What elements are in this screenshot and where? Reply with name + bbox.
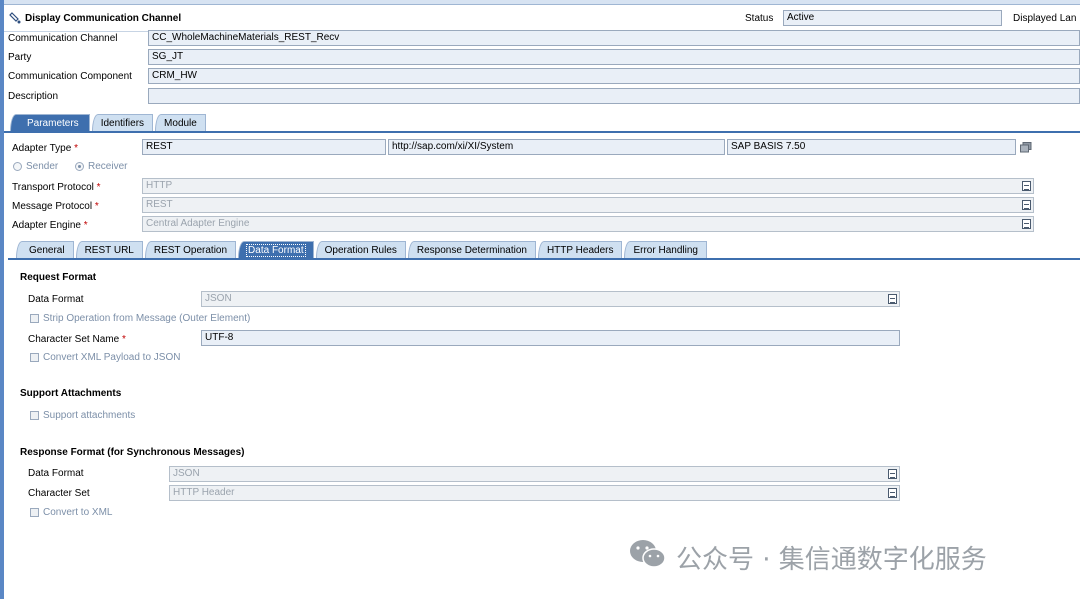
description-label: Description <box>8 91 59 102</box>
charset-name-field[interactable]: UTF-8 <box>201 330 900 346</box>
message-protocol-label: Message Protocol * <box>12 201 99 212</box>
description-field[interactable] <box>148 88 1080 104</box>
left-frame-bar <box>0 0 4 599</box>
tab-response-determination[interactable]: Response Determination <box>407 241 536 258</box>
chevron-down-icon[interactable] <box>888 488 897 498</box>
request-data-format-select[interactable]: JSON <box>201 291 900 307</box>
tab-rest-url[interactable]: REST URL <box>75 241 143 258</box>
party-field[interactable]: SG_JT <box>148 49 1080 65</box>
top-border <box>0 0 1080 5</box>
message-protocol-select[interactable]: REST <box>142 197 1034 213</box>
tab-general[interactable]: General <box>16 241 74 258</box>
chevron-down-icon[interactable] <box>888 469 897 479</box>
adapter-swc-field[interactable]: SAP BASIS 7.50 <box>727 139 1016 155</box>
adapter-namespace-field[interactable]: http://sap.com/xi/XI/System <box>388 139 725 155</box>
channel-icon <box>9 12 21 24</box>
wechat-icon <box>628 538 668 577</box>
response-charset-label: Character Set <box>28 488 90 499</box>
communication-component-field[interactable]: CRM_HW <box>148 68 1080 84</box>
page-title: Display Communication Channel <box>9 12 181 24</box>
tab-http-headers[interactable]: HTTP Headers <box>537 241 623 258</box>
support-attachments-checkbox[interactable]: Support attachments <box>30 410 135 421</box>
sub-tabstrip: General REST URL REST Operation Data For… <box>16 241 709 258</box>
chevron-down-icon[interactable] <box>888 294 897 304</box>
main-tabstrip: Parameters Identifiers Module <box>10 114 208 131</box>
adapter-engine-label: Adapter Engine * <box>12 220 88 231</box>
tab-module[interactable]: Module <box>155 114 206 131</box>
tab-error-handling[interactable]: Error Handling <box>624 241 707 258</box>
request-format-heading: Request Format <box>20 272 97 283</box>
tab-operation-rules[interactable]: Operation Rules <box>315 241 406 258</box>
tab-data-format[interactable]: Data Format <box>238 241 314 258</box>
status-label: Status <box>745 13 774 24</box>
strip-operation-box[interactable] <box>30 314 39 323</box>
transport-protocol-select[interactable]: HTTP <box>142 178 1034 194</box>
communication-component-label: Communication Component <box>8 71 132 82</box>
watermark: 公众号 · 集信通数字化服务 <box>628 538 987 577</box>
request-data-format-label: Data Format <box>28 294 84 305</box>
sender-radio[interactable]: Sender <box>13 161 58 172</box>
receiver-label: Receiver <box>88 161 128 172</box>
communication-channel-field[interactable]: CC_WholeMachineMaterials_REST_Recv <box>148 30 1080 46</box>
support-attachments-heading: Support Attachments <box>20 388 122 399</box>
chevron-down-icon[interactable] <box>1022 219 1031 229</box>
sender-label: Sender <box>26 161 59 172</box>
party-label: Party <box>8 52 32 63</box>
convert-to-xml-label: Convert to XML <box>43 507 113 518</box>
convert-xml-json-label: Convert XML Payload to JSON <box>43 352 181 363</box>
page-title-text: Display Communication Channel <box>25 12 182 24</box>
convert-xml-json-box[interactable] <box>30 353 39 362</box>
tab-rest-operation[interactable]: REST Operation <box>144 241 237 258</box>
support-attachments-box[interactable] <box>30 411 39 420</box>
convert-to-xml-box[interactable] <box>30 508 39 517</box>
strip-operation-checkbox[interactable]: Strip Operation from Message (Outer Elem… <box>30 313 250 324</box>
transport-protocol-label: Transport Protocol * <box>12 182 101 193</box>
convert-xml-json-checkbox[interactable]: Convert XML Payload to JSON <box>30 352 180 363</box>
displayed-language-label: Displayed Lan <box>1013 13 1077 24</box>
adapter-type-field[interactable]: REST <box>142 139 386 155</box>
adapter-engine-select[interactable]: Central Adapter Engine <box>142 216 1034 232</box>
watermark-text: 公众号 · 集信通数字化服务 <box>676 545 987 575</box>
chevron-down-icon[interactable] <box>1022 181 1031 191</box>
sender-radio-button[interactable] <box>13 162 22 171</box>
tab-parameters[interactable]: Parameters <box>10 114 90 131</box>
copy-icon[interactable] <box>1020 142 1032 153</box>
response-format-heading: Response Format (for Synchronous Message… <box>20 447 245 458</box>
adapter-type-label: Adapter Type * <box>12 143 78 154</box>
main-tab-rule <box>4 131 1080 133</box>
response-charset-select[interactable]: HTTP Header <box>169 485 900 501</box>
charset-name-label: Character Set Name * <box>28 334 126 345</box>
convert-to-xml-checkbox[interactable]: Convert to XML <box>30 507 112 518</box>
sub-tab-rule <box>8 258 1080 260</box>
response-data-format-select[interactable]: JSON <box>169 466 900 482</box>
chevron-down-icon[interactable] <box>1022 200 1031 210</box>
response-data-format-label: Data Format <box>28 468 84 479</box>
strip-operation-label: Strip Operation from Message (Outer Elem… <box>43 313 251 324</box>
communication-channel-label: Communication Channel <box>8 33 118 44</box>
status-field: Active <box>783 10 1002 26</box>
receiver-radio[interactable]: Receiver <box>75 161 127 172</box>
receiver-radio-button[interactable] <box>75 162 84 171</box>
tab-identifiers[interactable]: Identifiers <box>91 114 154 131</box>
support-attachments-label: Support attachments <box>43 410 136 421</box>
